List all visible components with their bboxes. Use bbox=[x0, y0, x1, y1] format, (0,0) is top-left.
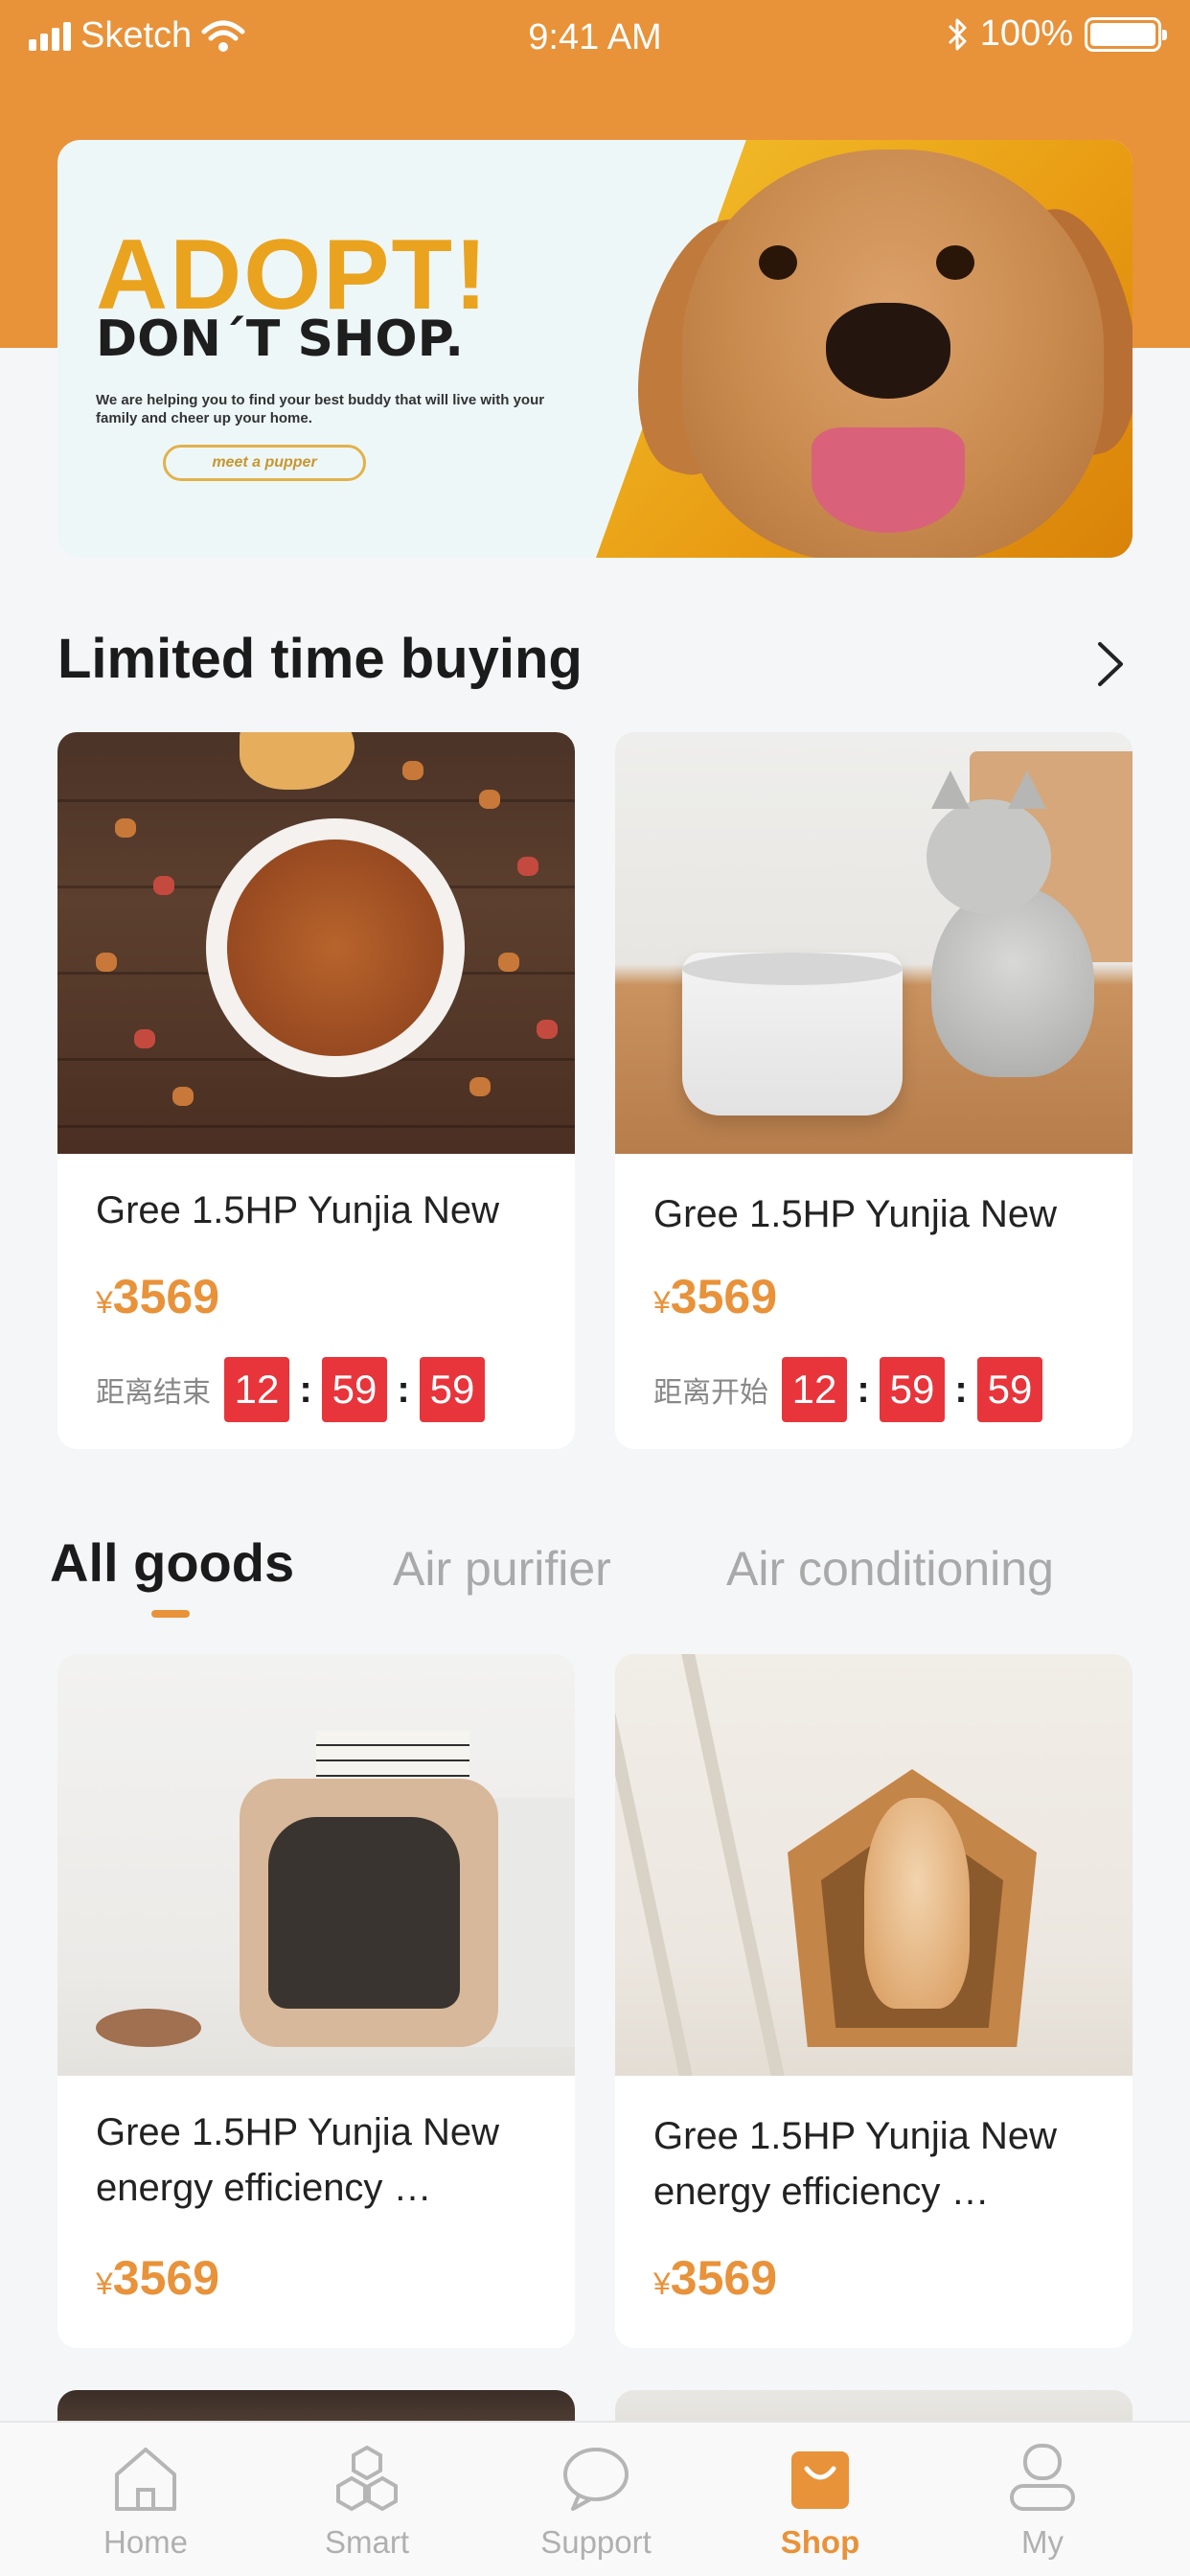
price-value: 3569 bbox=[112, 1270, 220, 1323]
tab-all-goods[interactable]: All goods bbox=[50, 1531, 294, 1594]
nav-label: Support bbox=[540, 2524, 652, 2560]
water-fountain bbox=[682, 953, 903, 1116]
countdown-separator: : bbox=[397, 1368, 410, 1411]
pet-house-image bbox=[57, 1654, 575, 2076]
dog-mouth bbox=[812, 427, 965, 533]
pet-bowls bbox=[96, 2009, 201, 2047]
countdown-seconds: 59 bbox=[420, 1357, 485, 1422]
countdown-hours: 12 bbox=[782, 1357, 847, 1422]
countdown-hours: 12 bbox=[224, 1357, 289, 1422]
nav-smart[interactable]: Smart bbox=[290, 2442, 444, 2561]
countdown-separator: : bbox=[954, 1368, 968, 1411]
product-name: Gree 1.5HP Yunjia New bbox=[653, 1193, 1057, 1235]
nav-my[interactable]: My bbox=[966, 2442, 1119, 2561]
tab-air-conditioning[interactable]: Air conditioning bbox=[726, 1541, 1054, 1597]
countdown-seconds: 59 bbox=[977, 1357, 1042, 1422]
goods-card[interactable]: Gree 1.5HP Yunjia New energy efficiency … bbox=[615, 1654, 1133, 2348]
currency-symbol: ¥ bbox=[96, 2266, 113, 2301]
limited-product-card[interactable]: Gree 1.5HP Yunjia New ¥3569 距离结束 12 : 59… bbox=[57, 732, 575, 1449]
limited-product-card[interactable]: Gree 1.5HP Yunjia New ¥3569 距离开始 12 : 59… bbox=[615, 732, 1133, 1449]
countdown-minutes: 59 bbox=[322, 1357, 387, 1422]
dog-eye bbox=[936, 245, 974, 280]
cat-head bbox=[927, 799, 1051, 914]
goods-price: ¥3569 bbox=[653, 2250, 777, 2306]
books bbox=[316, 1731, 469, 1779]
nav-label: My bbox=[1021, 2524, 1064, 2560]
nav-label: Smart bbox=[324, 2524, 409, 2560]
nav-shop[interactable]: Shop bbox=[744, 2442, 897, 2561]
countdown-separator: : bbox=[857, 1368, 870, 1411]
countdown-label: 距离结束 bbox=[96, 1377, 211, 1409]
goods-name-line1: Gree 1.5HP Yunjia New bbox=[653, 2115, 1057, 2157]
tab-air-purifier[interactable]: Air purifier bbox=[393, 1541, 611, 1597]
bluetooth-icon bbox=[948, 18, 967, 50]
currency-symbol: ¥ bbox=[96, 1285, 113, 1320]
goods-card[interactable]: Gree 1.5HP Yunjia New energy efficiency … bbox=[57, 1654, 575, 2348]
price-value: 3569 bbox=[670, 1270, 778, 1323]
countdown: 距离结束 12 : 59 : 59 bbox=[96, 1357, 485, 1422]
chat-icon bbox=[563, 2448, 629, 2511]
goods-price: ¥3569 bbox=[96, 2250, 219, 2306]
nav-home[interactable]: Home bbox=[69, 2442, 222, 2561]
dog-food-image bbox=[57, 732, 575, 1154]
biscuit bbox=[240, 732, 355, 790]
nav-label: Home bbox=[103, 2524, 189, 2560]
food-bowl bbox=[206, 818, 465, 1077]
shopping-bag-icon bbox=[791, 2451, 849, 2509]
pet-house bbox=[240, 1779, 498, 2047]
currency-symbol: ¥ bbox=[653, 1285, 671, 1320]
product-price: ¥3569 bbox=[96, 1269, 219, 1324]
banner-subtitle: DON´T SHOP. bbox=[96, 310, 464, 368]
user-icon bbox=[1010, 2444, 1075, 2511]
goods-name-line1: Gree 1.5HP Yunjia New bbox=[96, 2111, 499, 2153]
countdown-separator: : bbox=[299, 1368, 312, 1411]
price-value: 3569 bbox=[670, 2251, 778, 2305]
cat bbox=[931, 886, 1094, 1077]
nav-label: Shop bbox=[780, 2524, 860, 2560]
currency-symbol: ¥ bbox=[653, 2266, 671, 2301]
home-icon bbox=[115, 2448, 176, 2511]
ladder bbox=[615, 1654, 785, 2076]
cubes-icon bbox=[336, 2445, 398, 2512]
battery-percent: 100% bbox=[979, 13, 1073, 54]
chevron-right-icon[interactable] bbox=[1092, 640, 1127, 688]
nav-support[interactable]: Support bbox=[519, 2442, 673, 2561]
goods-name-line2: energy efficiency … bbox=[96, 2167, 432, 2209]
countdown: 距离开始 12 : 59 : 59 bbox=[653, 1357, 1042, 1422]
goods-name-line2: energy efficiency … bbox=[653, 2171, 990, 2213]
wooden-pet-house-image bbox=[615, 1654, 1133, 2076]
dog-eye bbox=[759, 245, 797, 280]
countdown-label: 距离开始 bbox=[653, 1377, 768, 1409]
battery-icon bbox=[1085, 16, 1167, 52]
dog-nose bbox=[826, 303, 950, 399]
cat-fountain-image bbox=[615, 732, 1133, 1154]
product-price: ¥3569 bbox=[653, 1269, 777, 1324]
promo-banner[interactable]: ADOPT! DON´T SHOP. We are helping you to… bbox=[57, 140, 1133, 558]
status-bar: Sketch 9:41 AM 100% bbox=[0, 0, 1190, 77]
dog bbox=[864, 1798, 970, 2009]
banner-text: We are helping you to find your best bud… bbox=[96, 392, 545, 426]
status-right: 100% bbox=[946, 13, 1167, 55]
bottom-navigation: Home Smart Support Shop My bbox=[0, 2421, 1190, 2576]
countdown-minutes: 59 bbox=[880, 1357, 945, 1422]
limited-section-title: Limited time buying bbox=[57, 628, 583, 690]
active-tab-indicator bbox=[151, 1610, 190, 1618]
price-value: 3569 bbox=[112, 2251, 220, 2305]
banner-button[interactable]: meet a pupper bbox=[163, 445, 366, 481]
product-name: Gree 1.5HP Yunjia New bbox=[96, 1189, 499, 1231]
